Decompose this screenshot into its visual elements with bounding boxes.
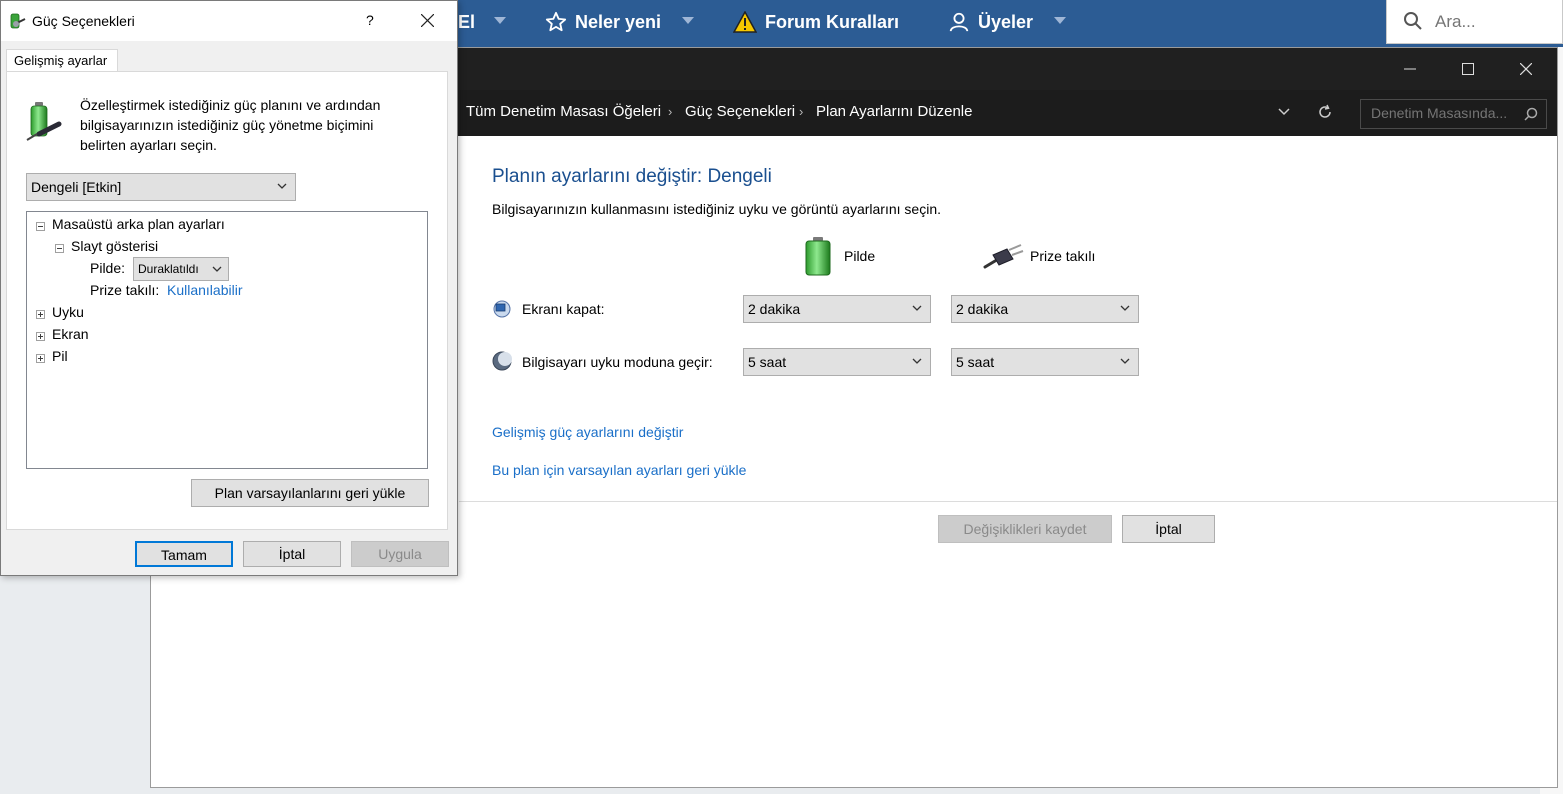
chevron-down-icon[interactable] — [682, 17, 694, 24]
nav-whats-new-label: Neler yeni — [575, 11, 662, 32]
on-battery-value: Duraklatıldı — [138, 262, 199, 276]
plan-select-value: Dengeli [Etkin] — [31, 179, 122, 195]
close-icon — [1520, 63, 1532, 75]
chevron-right-icon: › — [668, 104, 673, 119]
advanced-power-settings-link[interactable]: Gelişmiş güç ayarlarını değiştir — [492, 424, 683, 440]
page-title: Planın ayarlarını değiştir: Dengeli — [492, 166, 772, 187]
sleep-plugged-select[interactable]: 5 saat — [951, 348, 1139, 376]
tree-item-plugged-label: Prize takılı: — [90, 282, 160, 298]
sleep-battery-select[interactable]: 5 saat — [743, 348, 931, 376]
chevron-down-icon — [212, 266, 222, 272]
forum-search-box[interactable] — [1386, 0, 1563, 44]
ok-button[interactable]: Tamam — [135, 541, 233, 567]
nav-members-label: Üyeler — [978, 11, 1034, 32]
breadcrumb-all-items[interactable]: Tüm Denetim Masası Öğeleri — [466, 103, 661, 120]
user-icon — [949, 12, 969, 32]
chevron-down-icon[interactable] — [1278, 108, 1290, 116]
minimize-button[interactable] — [1381, 48, 1439, 90]
power-plug-icon — [983, 244, 1024, 269]
column-battery-label: Pilde — [844, 248, 876, 264]
plan-select[interactable]: Dengeli [Etkin] — [26, 173, 296, 201]
chevron-down-icon — [1120, 358, 1130, 364]
dialog-description: Özelleştirmek istediğiniz güç planını ve… — [80, 97, 381, 153]
collapse-icon[interactable] — [55, 244, 64, 253]
apply-button[interactable]: Uygula — [351, 541, 449, 567]
cp-search-input[interactable] — [1369, 104, 1513, 122]
star-icon — [545, 11, 567, 32]
help-button[interactable]: ? — [366, 12, 374, 28]
search-icon — [1524, 107, 1538, 121]
plugged-value-link[interactable]: Kullanılabilir — [167, 282, 242, 298]
maximize-button[interactable] — [1439, 48, 1497, 90]
chevron-down-icon[interactable] — [494, 17, 506, 24]
maximize-icon — [1462, 63, 1474, 75]
row-label-sleep: Bilgisayarı uyku moduna geçir: — [522, 354, 713, 370]
tree-item-sleep[interactable]: Uyku — [52, 304, 84, 320]
power-options-icon — [10, 13, 26, 29]
close-icon[interactable] — [421, 14, 434, 27]
chevron-down-icon[interactable] — [1054, 17, 1066, 24]
tab-advanced-settings-label: Gelişmiş ayarlar — [14, 53, 108, 68]
nav-whats-new[interactable]: Neler yeni — [545, 0, 661, 44]
display-icon — [493, 300, 511, 318]
cp-search-box[interactable] — [1360, 99, 1547, 129]
chevron-right-icon: › — [799, 104, 804, 119]
battery-plug-icon — [26, 102, 62, 141]
dialog-cancel-button[interactable]: İptal — [243, 541, 341, 567]
display-off-battery-select[interactable]: 2 dakika — [743, 295, 931, 323]
restore-plan-defaults-button[interactable]: Plan varsayılanlarını geri yükle — [191, 479, 429, 507]
sleep-moon-icon — [492, 351, 512, 371]
expand-icon[interactable] — [36, 332, 45, 341]
expand-icon[interactable] — [36, 354, 45, 363]
cp-cancel-button[interactable]: İptal — [1122, 515, 1215, 543]
breadcrumb-edit-plan[interactable]: Plan Ayarlarını Düzenle — [816, 103, 972, 120]
tree-item-on-battery-label: Pilde: — [90, 260, 126, 276]
tab-panel: Özelleştirmek istediğiniz güç planını ve… — [6, 71, 448, 530]
refresh-icon[interactable] — [1317, 104, 1333, 120]
tree-item-battery[interactable]: Pil — [52, 348, 68, 364]
chevron-down-icon — [912, 305, 922, 311]
column-plugged-label: Prize takılı — [1030, 248, 1096, 264]
chevron-down-icon — [1120, 305, 1130, 311]
search-icon — [1404, 12, 1422, 30]
display-off-plugged-select[interactable]: 2 dakika — [951, 295, 1139, 323]
display-off-battery-value: 2 dakika — [748, 301, 801, 317]
power-options-dialog: Güç Seçenekleri ? Gelişmiş ayarlar Özell… — [0, 0, 458, 576]
sleep-battery-value: 5 saat — [748, 354, 787, 370]
divider — [459, 501, 1557, 502]
nav-forum-rules-label: Forum Kuralları — [765, 11, 900, 32]
row-label-display-off: Ekranı kapat: — [522, 301, 605, 317]
save-changes-button[interactable]: Değişiklikleri kaydet — [938, 515, 1112, 543]
settings-tree[interactable]: Masaüstü arka plan ayarları Slayt göster… — [26, 211, 428, 469]
minimize-icon — [1404, 68, 1416, 70]
tab-advanced-settings[interactable]: Gelişmiş ayarlar — [6, 49, 118, 72]
tree-item-display[interactable]: Ekran — [52, 326, 89, 342]
display-off-plugged-value: 2 dakika — [956, 301, 1009, 317]
nav-item-partial[interactable]: El — [458, 0, 475, 44]
warning-icon — [733, 11, 757, 33]
sleep-plugged-value: 5 saat — [956, 354, 995, 370]
tree-item-desktop-bg[interactable]: Masaüstü arka plan ayarları — [52, 216, 225, 232]
tree-item-slideshow[interactable]: Slayt gösterisi — [71, 238, 158, 254]
dialog-titlebar: Güç Seçenekleri ? — [1, 1, 457, 41]
page-subtitle: Bilgisayarınızın kullanmasını istediğini… — [492, 201, 941, 217]
forum-search-input[interactable] — [1433, 10, 1557, 34]
expand-icon[interactable] — [36, 310, 45, 319]
nav-item-partial-label: El — [458, 11, 476, 32]
nav-members[interactable]: Üyeler — [948, 0, 1033, 44]
battery-icon — [805, 237, 831, 276]
collapse-icon[interactable] — [36, 222, 45, 231]
chevron-down-icon — [277, 183, 287, 189]
chevron-down-icon — [912, 358, 922, 364]
on-battery-select[interactable]: Duraklatıldı — [133, 257, 229, 281]
close-button[interactable] — [1497, 48, 1555, 90]
nav-forum-rules[interactable]: Forum Kuralları — [733, 0, 899, 44]
restore-defaults-link[interactable]: Bu plan için varsayılan ayarları geri yü… — [492, 462, 746, 478]
breadcrumb-power-options[interactable]: Güç Seçenekleri — [685, 103, 795, 120]
dialog-title: Güç Seçenekleri — [32, 13, 135, 29]
